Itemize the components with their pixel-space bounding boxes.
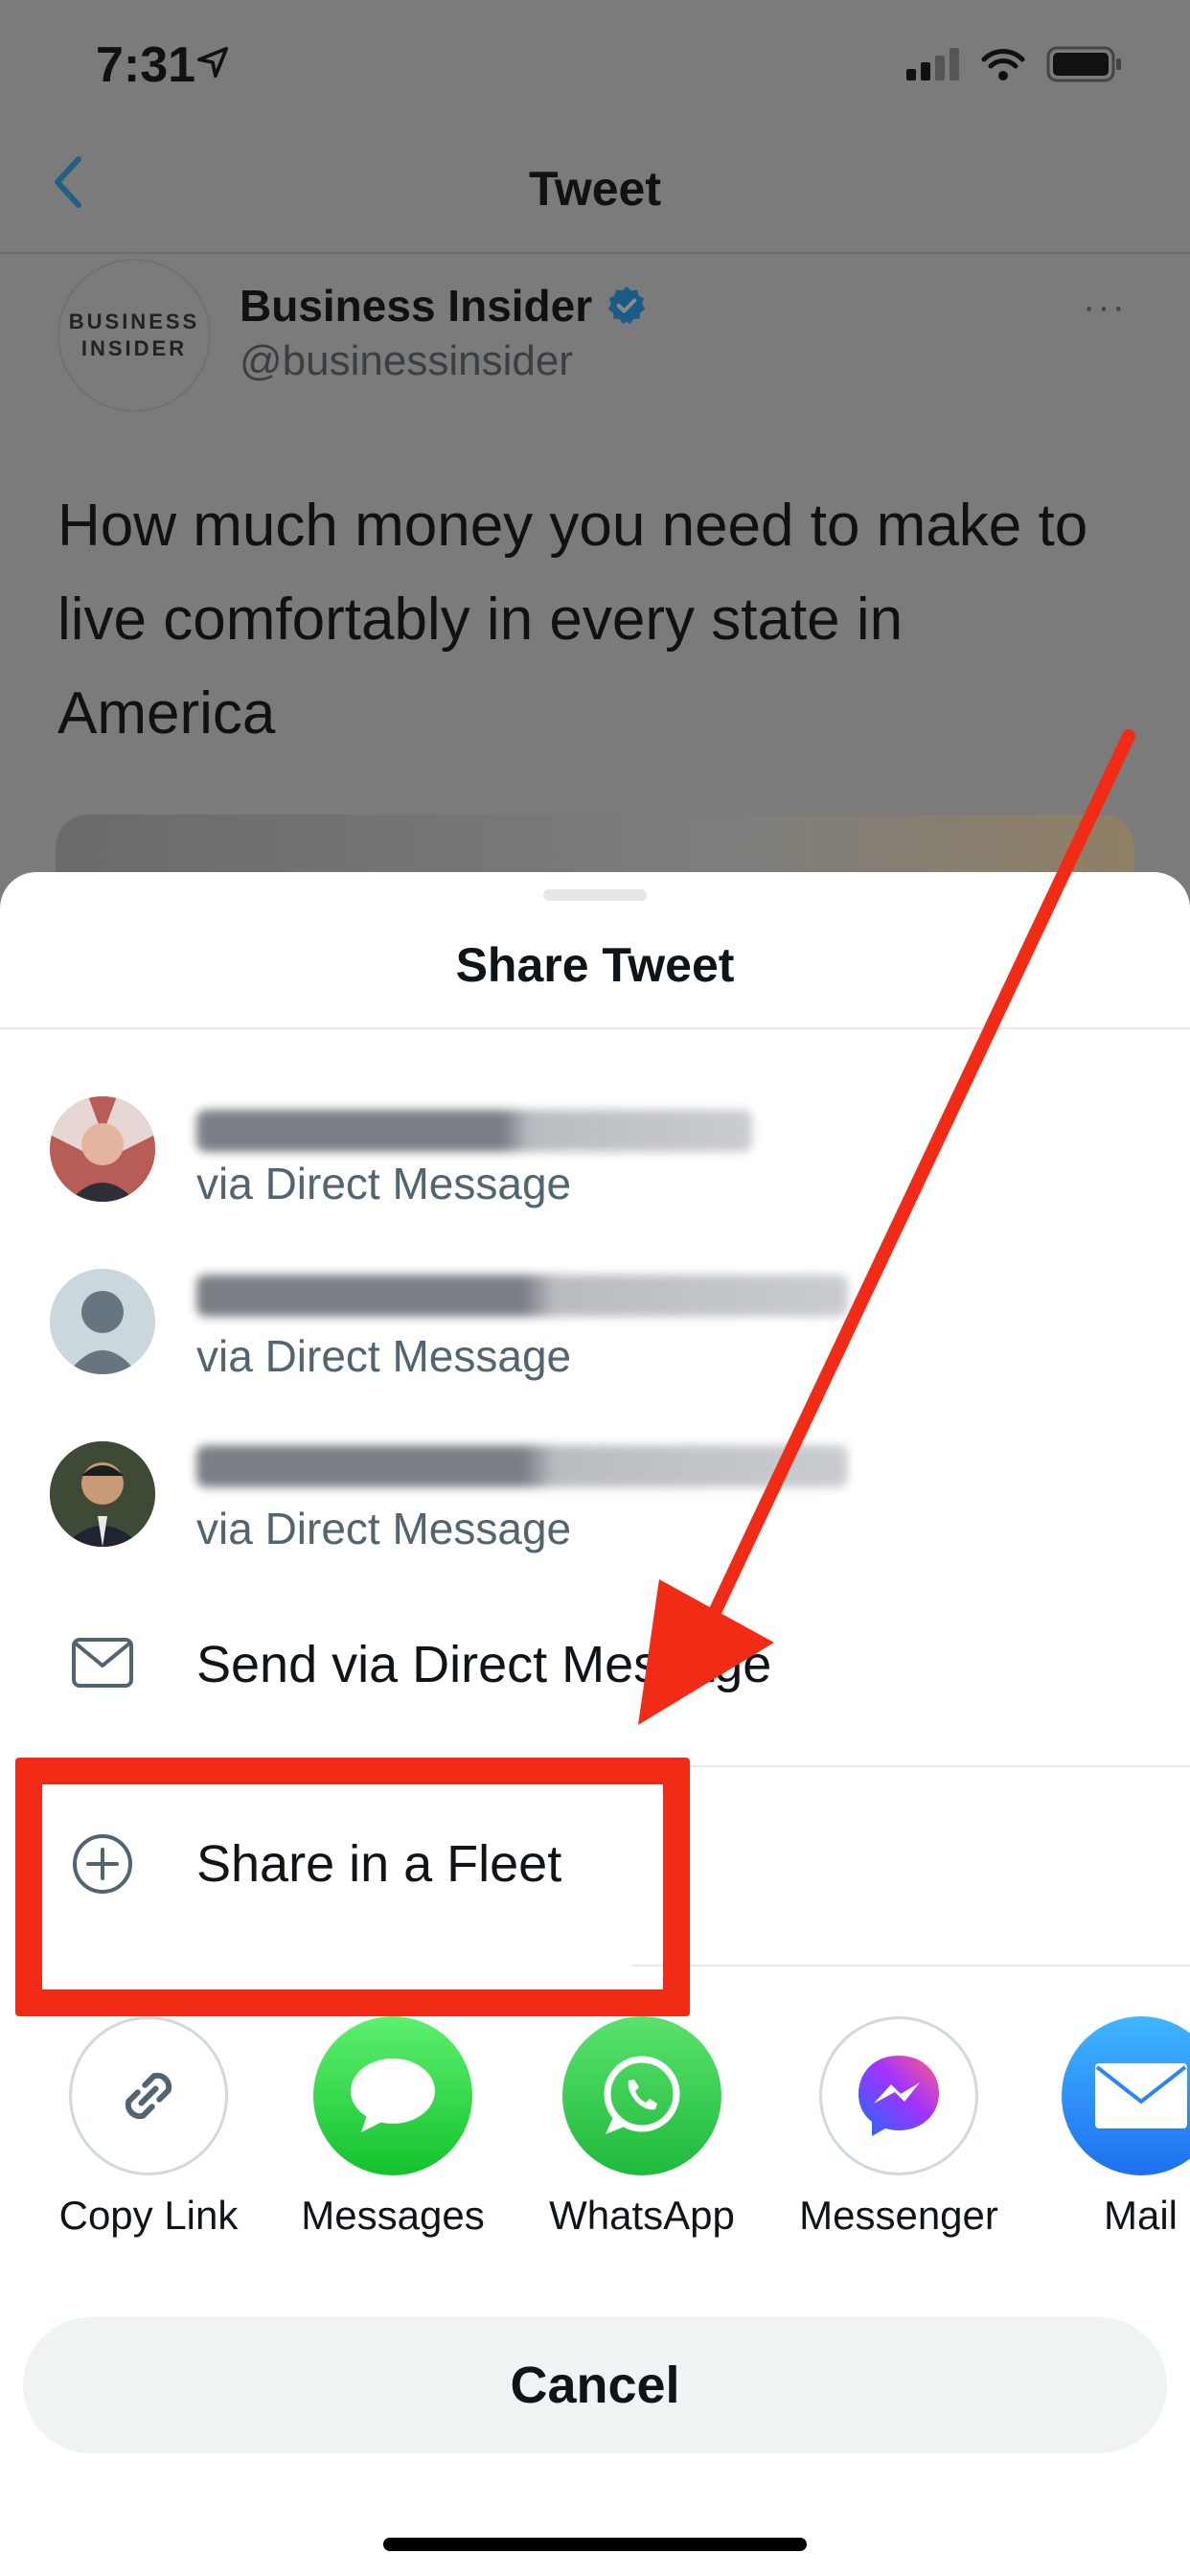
annotation-arrow-icon xyxy=(638,729,1135,1725)
